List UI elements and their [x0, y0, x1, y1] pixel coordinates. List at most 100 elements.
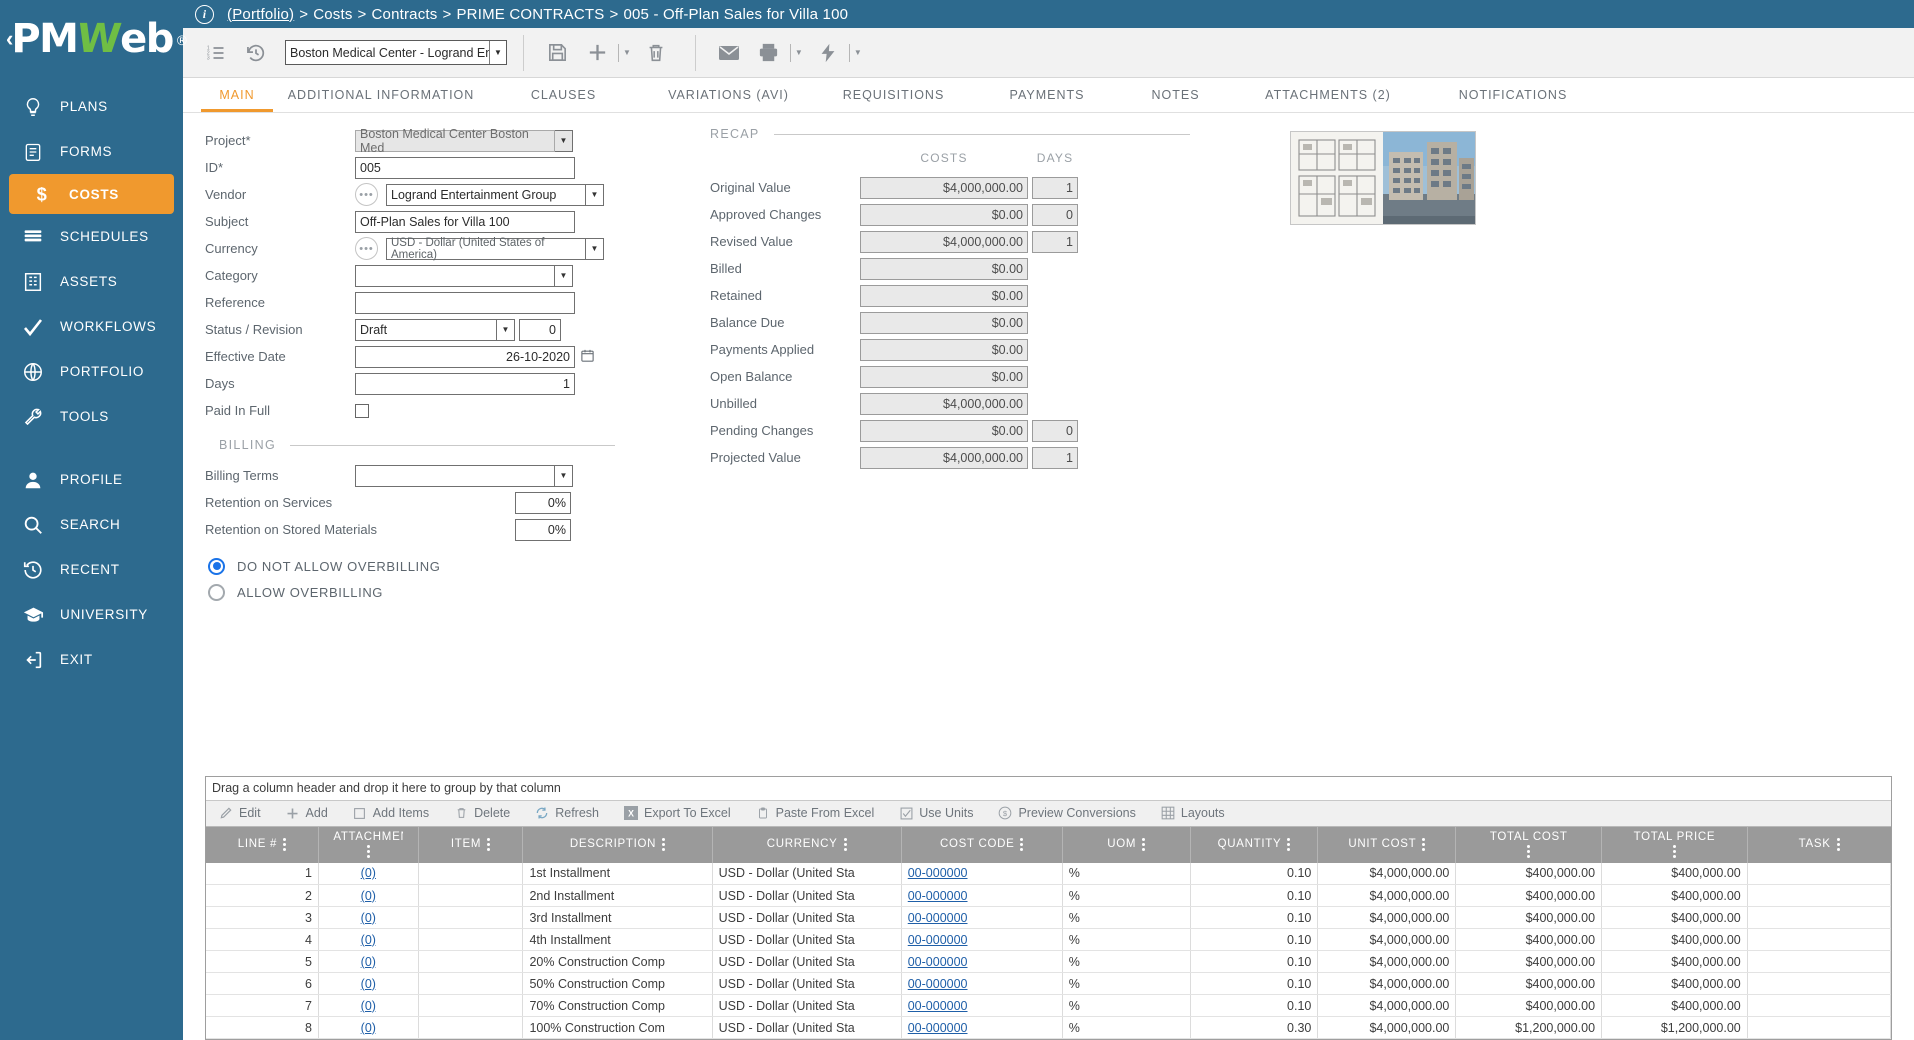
retention-materials-input[interactable]: 0%	[515, 519, 571, 541]
breadcrumb-prime-contracts[interactable]: PRIME CONTRACTS	[456, 6, 604, 23]
tab-variations-avi[interactable]: VARIATIONS (AVI)	[646, 78, 811, 112]
breadcrumb-portfolio[interactable]: (Portfolio)	[227, 6, 294, 23]
cost-code-link[interactable]: 00-000000	[908, 933, 968, 947]
column-menu-icon[interactable]	[367, 845, 370, 858]
column-menu-icon[interactable]	[1422, 838, 1425, 851]
cell-cost-code[interactable]: 00-000000	[901, 885, 1062, 907]
cell-cost-code[interactable]: 00-000000	[901, 995, 1062, 1017]
effective-date-input[interactable]: 26-10-2020	[355, 346, 575, 368]
attachment-link[interactable]: (0)	[361, 999, 376, 1013]
revision-input[interactable]: 0	[519, 319, 561, 341]
workflow-bolt-icon[interactable]	[811, 36, 845, 70]
cell-cost-code[interactable]: 00-000000	[901, 863, 1062, 885]
column-menu-icon[interactable]	[1673, 845, 1676, 858]
tab-notifications[interactable]: NOTIFICATIONS	[1423, 78, 1603, 112]
cell-attachments[interactable]: (0)	[318, 951, 418, 973]
tab-requisitions[interactable]: REQUISITIONS	[811, 78, 976, 112]
cell-attachments[interactable]: (0)	[318, 973, 418, 995]
grid-delete-button[interactable]: Delete	[453, 805, 510, 821]
sidebar-item-tools[interactable]: TOOLS	[0, 394, 183, 439]
cost-code-link[interactable]: 00-000000	[908, 866, 968, 880]
grid-export-excel-button[interactable]: X Export To Excel	[623, 805, 731, 821]
column-header-line[interactable]: LINE #	[206, 827, 318, 863]
category-field[interactable]: ▼	[355, 265, 573, 287]
tab-payments[interactable]: PAYMENTS	[976, 78, 1118, 112]
cell-attachments[interactable]: (0)	[318, 929, 418, 951]
sidebar-item-plans[interactable]: PLANS	[0, 84, 183, 129]
chevron-down-icon[interactable]: ▼	[795, 48, 803, 57]
attachment-link[interactable]: (0)	[361, 866, 376, 880]
cell-cost-code[interactable]: 00-000000	[901, 1017, 1062, 1039]
thumbnail-strip[interactable]	[1290, 131, 1476, 225]
chevron-down-icon[interactable]: ▼	[854, 48, 862, 57]
cell-cost-code[interactable]: 00-000000	[901, 929, 1062, 951]
reference-input[interactable]	[355, 292, 575, 314]
sidebar-item-forms[interactable]: FORMS	[0, 129, 183, 174]
chevron-down-icon[interactable]: ▼	[586, 184, 604, 206]
group-by-dropzone[interactable]: Drag a column header and drop it here to…	[206, 777, 1891, 801]
column-menu-icon[interactable]	[1020, 838, 1023, 851]
column-header-unit-cost[interactable]: UNIT COST	[1318, 827, 1456, 863]
chevron-down-icon[interactable]: ▼	[586, 238, 604, 260]
print-dropdown-caret[interactable]: ▼	[790, 44, 803, 62]
tab-additional-information[interactable]: ADDITIONAL INFORMATION	[281, 78, 481, 112]
column-header-uom[interactable]: UOM	[1062, 827, 1190, 863]
sidebar-item-schedules[interactable]: SCHEDULES	[0, 214, 183, 259]
attachment-link[interactable]: (0)	[361, 911, 376, 925]
attachment-link[interactable]: (0)	[361, 933, 376, 947]
cell-attachments[interactable]: (0)	[318, 885, 418, 907]
vendor-lookup-button[interactable]: •••	[355, 183, 378, 206]
list-numbered-icon[interactable]: 123	[199, 36, 233, 70]
status-field[interactable]: Draft ▼	[355, 319, 515, 341]
breadcrumb-costs[interactable]: Costs	[313, 6, 352, 23]
vendor-field[interactable]: Logrand Entertainment Group ▼	[386, 184, 604, 206]
cell-cost-code[interactable]: 00-000000	[901, 907, 1062, 929]
table-row[interactable]: 8 (0) 100% Construction Com USD - Dollar…	[206, 1017, 1891, 1039]
column-header-currency[interactable]: CURRENCY	[712, 827, 901, 863]
print-icon[interactable]	[752, 36, 786, 70]
radio-do-not-allow-overbilling[interactable]: DO NOT ALLOW OVERBILLING	[205, 555, 615, 577]
grid-add-button[interactable]: Add	[285, 805, 328, 821]
cell-attachments[interactable]: (0)	[318, 995, 418, 1017]
grid-preview-conversions-button[interactable]: $ Preview Conversions	[997, 805, 1135, 821]
table-row[interactable]: 6 (0) 50% Construction Comp USD - Dollar…	[206, 973, 1891, 995]
cost-code-link[interactable]: 00-000000	[908, 955, 968, 969]
currency-field[interactable]: USD - Dollar (United States of America) …	[386, 238, 604, 260]
chevron-down-icon[interactable]: ▼	[555, 265, 573, 287]
cost-code-link[interactable]: 00-000000	[908, 911, 968, 925]
grid-use-units-toggle[interactable]: Use Units	[898, 805, 973, 821]
column-header-item[interactable]: ITEM	[418, 827, 523, 863]
attachment-link[interactable]: (0)	[361, 889, 376, 903]
table-row[interactable]: 2 (0) 2nd Installment USD - Dollar (Unit…	[206, 885, 1891, 907]
grid-add-items-button[interactable]: Add Items	[352, 805, 429, 821]
sidebar-item-profile[interactable]: PROFILE	[0, 457, 183, 502]
grid-refresh-button[interactable]: Refresh	[534, 805, 599, 821]
cost-code-link[interactable]: 00-000000	[908, 999, 968, 1013]
cost-code-link[interactable]: 00-000000	[908, 889, 968, 903]
sidebar-item-search[interactable]: SEARCH	[0, 502, 183, 547]
chevron-down-icon[interactable]: ▼	[623, 48, 631, 57]
table-row[interactable]: 1 (0) 1st Installment USD - Dollar (Unit…	[206, 863, 1891, 885]
cell-attachments[interactable]: (0)	[318, 863, 418, 885]
table-row[interactable]: 3 (0) 3rd Installment USD - Dollar (Unit…	[206, 907, 1891, 929]
status-value[interactable]: Draft	[355, 319, 497, 341]
save-icon[interactable]	[540, 36, 574, 70]
column-header-quantity[interactable]: QUANTITY	[1190, 827, 1318, 863]
currency-lookup-button[interactable]: •••	[355, 237, 378, 260]
subject-input[interactable]: Off-Plan Sales for Villa 100	[355, 211, 575, 233]
currency-value[interactable]: USD - Dollar (United States of America)	[386, 238, 586, 260]
vendor-value[interactable]: Logrand Entertainment Group	[386, 184, 586, 206]
delete-icon[interactable]	[639, 36, 673, 70]
sidebar-item-workflows[interactable]: WORKFLOWS	[0, 304, 183, 349]
workflow-dropdown-caret[interactable]: ▼	[849, 44, 862, 62]
chevron-down-icon[interactable]: ▼	[497, 319, 515, 341]
column-header-total-cost[interactable]: TOTAL COST	[1456, 827, 1602, 863]
sidebar-item-assets[interactable]: ASSETS	[0, 259, 183, 304]
project-selector[interactable]: Boston Medical Center - Logrand Ent ▼	[285, 40, 507, 65]
chevron-down-icon[interactable]: ▼	[555, 130, 573, 152]
tab-attachments[interactable]: ATTACHMENTS (2)	[1233, 78, 1423, 112]
attachment-link[interactable]: (0)	[361, 955, 376, 969]
column-menu-icon[interactable]	[283, 838, 286, 851]
days-input[interactable]: 1	[355, 373, 575, 395]
table-row[interactable]: 4 (0) 4th Installment USD - Dollar (Unit…	[206, 929, 1891, 951]
